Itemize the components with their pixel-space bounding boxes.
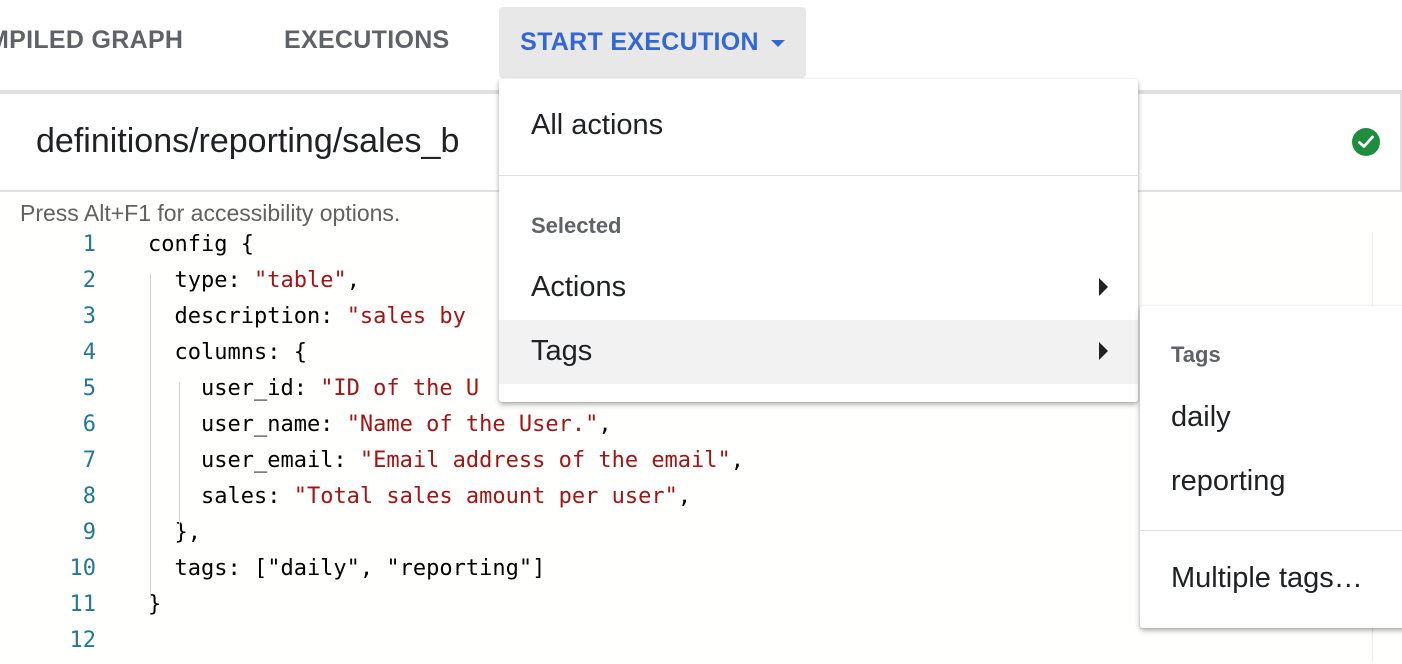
line-number: 3	[82, 304, 96, 329]
line-number: 8	[82, 484, 96, 509]
line-number: 11	[69, 592, 97, 617]
menu-section-selected: Selected	[531, 213, 622, 238]
menu-item-actions[interactable]: Actions	[499, 256, 1138, 320]
code-string: "Name of the User."	[346, 412, 599, 437]
indent-guide	[179, 382, 180, 526]
code-string: "sales by	[346, 304, 466, 329]
code-text: tags: ["daily", "reporting"]	[148, 556, 545, 581]
code-token: ,	[598, 412, 612, 437]
code-string: "table"	[253, 268, 347, 293]
line-number: 2	[82, 268, 96, 293]
tab-executions[interactable]: EXECUTIONS	[284, 26, 450, 55]
code-text: user_name: "Name of the User.",	[148, 412, 612, 437]
file-path: definitions/reporting/sales_b	[36, 122, 460, 160]
submenu-header-tags: Tags	[1171, 342, 1221, 367]
submenu-item-multiple-tags[interactable]: Multiple tags…	[1140, 547, 1402, 611]
code-string: "Total sales amount per user"	[293, 484, 678, 509]
indent-guide	[150, 274, 151, 598]
caret-down-icon	[770, 40, 785, 47]
line-number: 1	[82, 232, 96, 257]
code-string: "ID of the U	[320, 376, 480, 401]
menu-divider	[1140, 530, 1402, 531]
code-token: user_name:	[148, 412, 347, 437]
submenu-item-reporting[interactable]: reporting	[1140, 450, 1402, 514]
code-text: user_email: "Email address of the email"…	[148, 448, 744, 473]
tab-bar: MPILED GRAPH EXECUTIONS START EXECUTION	[0, 0, 1402, 90]
line-number: 12	[69, 628, 97, 653]
menu-item-label: Tags	[531, 335, 593, 367]
menu-item-label: Actions	[531, 271, 627, 303]
line-number: 7	[82, 448, 96, 473]
chevron-right-icon	[1099, 342, 1108, 360]
code-token: ,	[677, 484, 692, 509]
code-text: sales: "Total sales amount per user",	[148, 484, 691, 509]
code-line: 6 user_name: "Name of the User.",	[0, 412, 1100, 448]
tags-submenu: Tags daily reporting Multiple tags…	[1140, 306, 1402, 628]
menu-item-all-actions[interactable]: All actions	[499, 94, 1138, 158]
code-text: columns: {	[148, 340, 307, 365]
submenu-item-daily[interactable]: daily	[1140, 386, 1402, 450]
code-token: description:	[148, 304, 347, 329]
code-text: },	[148, 520, 201, 545]
code-text: description: "sales by	[148, 304, 466, 329]
menu-divider	[499, 175, 1138, 176]
menu-item-label: reporting	[1171, 465, 1286, 497]
code-line: 12	[0, 628, 1100, 664]
start-execution-label: START EXECUTION	[520, 28, 759, 56]
code-token: user_id:	[148, 376, 321, 401]
line-number: 6	[82, 412, 96, 437]
code-line: 11}	[0, 592, 1100, 628]
code-token: config {	[148, 232, 254, 257]
menu-item-tags[interactable]: Tags	[499, 320, 1138, 384]
code-token: columns: {	[148, 340, 307, 365]
code-text: user_id: "ID of the U	[148, 376, 479, 401]
chevron-right-icon	[1099, 278, 1108, 296]
start-execution-button[interactable]: START EXECUTION	[499, 7, 806, 78]
line-number: 9	[82, 520, 96, 545]
tab-compiled-graph[interactable]: MPILED GRAPH	[0, 26, 183, 55]
code-token: },	[148, 520, 201, 545]
line-number: 10	[69, 556, 97, 581]
code-token: tags: ["daily", "reporting"]	[148, 556, 546, 581]
check-circle-icon	[1352, 128, 1380, 156]
line-number: 5	[82, 376, 96, 401]
code-text: type: "table",	[148, 268, 360, 293]
code-token: type:	[148, 268, 254, 293]
code-token: ,	[346, 268, 360, 293]
code-token: ,	[730, 448, 745, 473]
code-line: 9 },	[0, 520, 1100, 556]
menu-item-label: Multiple tags…	[1171, 562, 1363, 594]
code-token: sales:	[148, 484, 294, 509]
line-number: 4	[82, 340, 96, 365]
code-string: "Email address of the email"	[359, 448, 731, 473]
code-text: config {	[148, 232, 254, 257]
start-execution-menu: All actions Selected Actions Tags	[499, 79, 1138, 402]
code-line: 10 tags: ["daily", "reporting"]	[0, 556, 1100, 592]
menu-item-label: All actions	[531, 109, 664, 141]
code-line: 8 sales: "Total sales amount per user",	[0, 484, 1100, 520]
accessibility-hint: Press Alt+F1 for accessibility options.	[20, 200, 401, 226]
code-line: 7 user_email: "Email address of the emai…	[0, 448, 1100, 484]
menu-item-label: daily	[1171, 401, 1231, 433]
